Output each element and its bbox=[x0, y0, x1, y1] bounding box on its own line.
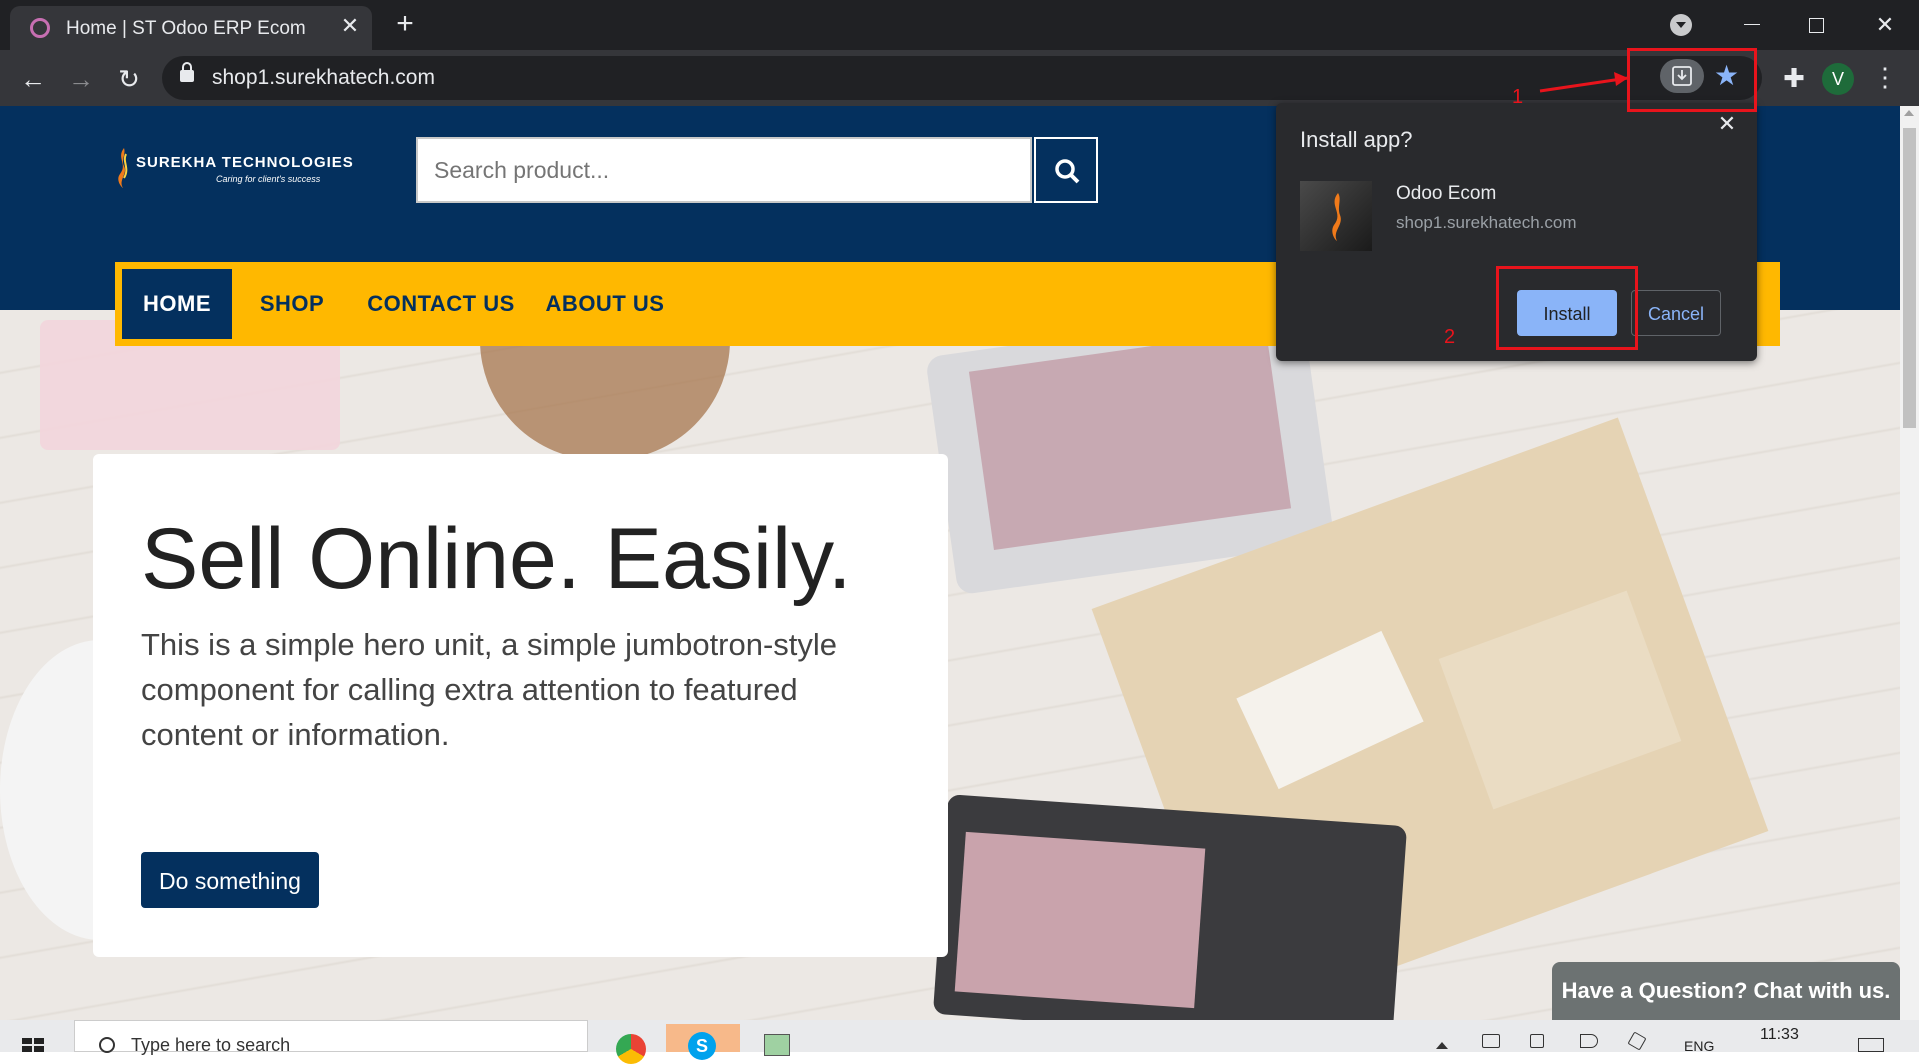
search-input[interactable] bbox=[416, 137, 1032, 203]
annotation-number-2: 2 bbox=[1444, 326, 1456, 348]
scroll-up-icon[interactable] bbox=[1904, 110, 1914, 116]
browser-tab-strip: Home | ST Odoo ERP Ecom ✕ + ✕ bbox=[0, 0, 1919, 50]
hero-text: This is a simple hero unit, a simple jum… bbox=[141, 627, 838, 752]
nav-contact-us[interactable]: CONTACT US bbox=[358, 269, 524, 339]
browser-tab[interactable]: Home | ST Odoo ERP Ecom ✕ bbox=[10, 6, 372, 50]
taskbar-chrome-icon[interactable] bbox=[604, 1024, 658, 1064]
new-tab-plus-icon[interactable]: + bbox=[390, 9, 420, 40]
lock-icon bbox=[180, 62, 194, 82]
tray-battery-icon[interactable] bbox=[1530, 1034, 1544, 1048]
hero-title: Sell Online. Easily. bbox=[141, 511, 852, 607]
page-scrollbar[interactable] bbox=[1900, 106, 1919, 1020]
url-text: shop1.surekhatech.com bbox=[212, 66, 435, 89]
extensions-puzzle-icon[interactable]: ✚ bbox=[1778, 62, 1810, 94]
annotation-number-1: 1 bbox=[1512, 86, 1524, 108]
windows-taskbar: Type here to search S ENG 11:33 bbox=[0, 1020, 1919, 1064]
logo-tagline: Caring for client's success bbox=[216, 174, 321, 184]
tray-volume-icon[interactable] bbox=[1580, 1034, 1598, 1048]
tab-title: Home | ST Odoo ERP Ecom bbox=[66, 18, 306, 39]
tab-close-icon[interactable]: ✕ bbox=[336, 12, 364, 40]
windows-start-icon[interactable] bbox=[22, 1038, 46, 1052]
app-icon bbox=[1300, 181, 1372, 251]
tray-device-icon[interactable] bbox=[1482, 1034, 1500, 1048]
do-something-button[interactable]: Do something bbox=[141, 852, 319, 908]
back-icon[interactable]: ← bbox=[16, 62, 50, 96]
tab-search-icon[interactable] bbox=[1670, 14, 1692, 36]
search-button[interactable] bbox=[1034, 137, 1098, 203]
minimize-icon[interactable] bbox=[1730, 8, 1770, 42]
maximize-icon[interactable] bbox=[1795, 8, 1835, 42]
site-logo[interactable]: SUREKHA TECHNOLOGIES Caring for client's… bbox=[114, 144, 354, 194]
taskbar-search[interactable]: Type here to search bbox=[74, 1020, 588, 1055]
taskbar-search-icon bbox=[99, 1037, 115, 1053]
nav-shop[interactable]: SHOP bbox=[247, 269, 337, 339]
taskbar-notepad-icon[interactable] bbox=[754, 1024, 808, 1056]
tray-expand-icon[interactable] bbox=[1436, 1042, 1448, 1049]
logo-name: SUREKHA TECHNOLOGIES bbox=[136, 154, 354, 171]
tab-favicon-icon bbox=[30, 18, 50, 38]
annotation-arrows bbox=[1539, 72, 1629, 93]
dialog-title: Install app? bbox=[1300, 127, 1413, 152]
search-icon bbox=[1055, 159, 1080, 184]
nav-about-us[interactable]: ABOUT US bbox=[540, 269, 670, 339]
forward-icon[interactable]: → bbox=[64, 62, 98, 96]
taskbar-skype-icon[interactable]: S bbox=[666, 1024, 740, 1060]
window-close-icon[interactable]: ✕ bbox=[1865, 8, 1905, 42]
scroll-thumb[interactable] bbox=[1903, 128, 1916, 428]
reload-icon[interactable]: ↻ bbox=[112, 62, 146, 96]
dialog-close-icon[interactable]: ✕ bbox=[1714, 111, 1740, 137]
taskbar-search-text: Type here to search bbox=[131, 1035, 291, 1055]
logo-flame-icon bbox=[118, 148, 128, 188]
hero-section: Sell Online. Easily. This is a simple he… bbox=[0, 310, 1900, 1020]
kebab-menu-icon[interactable]: ⋮ bbox=[1872, 62, 1898, 96]
chat-widget[interactable]: Have a Question? Chat with us. bbox=[1552, 962, 1900, 1020]
app-name: Odoo Ecom bbox=[1396, 183, 1497, 204]
hero-card: Sell Online. Easily. This is a simple he… bbox=[93, 454, 948, 957]
nav-home[interactable]: HOME bbox=[122, 269, 232, 339]
tray-pen-icon[interactable] bbox=[1627, 1031, 1647, 1051]
notification-icon[interactable] bbox=[1858, 1038, 1884, 1052]
tray-clock[interactable]: 11:33 bbox=[1760, 1026, 1799, 1044]
decor-laptop-screen bbox=[954, 831, 1206, 1009]
profile-avatar[interactable]: V bbox=[1822, 63, 1854, 95]
